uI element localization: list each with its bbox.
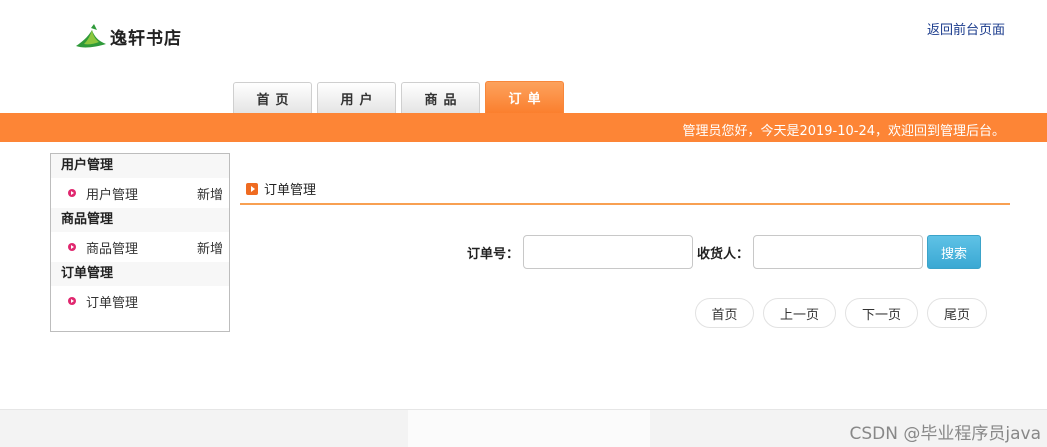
sidebar-item-label[interactable]: 订单管理 <box>86 292 223 311</box>
bullet-arrow-icon <box>68 243 76 251</box>
tab-users[interactable]: 用户 <box>317 82 396 113</box>
page-title: 订单管理 <box>246 179 316 198</box>
add-product-link[interactable]: 新增 <box>197 238 223 257</box>
sidebar-group-users: 用户管理 <box>51 154 229 178</box>
pagination: 首页 上一页 下一页 尾页 <box>695 298 996 328</box>
title-divider <box>240 203 1010 205</box>
logo-mountain-icon <box>76 24 106 48</box>
sidebar-item-label[interactable]: 用户管理 <box>86 184 197 203</box>
search-button[interactable]: 搜索 <box>927 235 982 269</box>
receiver-label: 收货人： <box>697 246 750 262</box>
next-page-button[interactable]: 下一页 <box>845 298 918 328</box>
sidebar-item-users[interactable]: 用户管理 新增 <box>51 178 229 208</box>
main-tabs: 首页 用户 商品 订单 <box>233 81 569 113</box>
receiver-input[interactable] <box>753 235 924 269</box>
first-page-button[interactable]: 首页 <box>695 298 754 328</box>
tab-orders[interactable]: 订单 <box>485 81 564 113</box>
sidebar-item-products[interactable]: 商品管理 新增 <box>51 232 229 262</box>
welcome-bar: 管理员您好，今天是2019-10-24，欢迎回到管理后台。 <box>0 113 1047 142</box>
bullet-arrow-icon <box>68 297 76 305</box>
watermark: CSDN @毕业程序员java <box>849 424 1042 444</box>
last-page-button[interactable]: 尾页 <box>927 298 987 328</box>
logo-text: 逸轩书店 <box>110 28 182 49</box>
sidebar-group-orders: 订单管理 <box>51 262 229 286</box>
welcome-text: 管理员您好，今天是2019-10-24，欢迎回到管理后台。 <box>682 124 1005 139</box>
search-form: 订单号： 收货人： 搜索 <box>467 235 982 269</box>
title-arrow-icon <box>246 182 258 195</box>
footer-panel <box>408 410 650 447</box>
order-number-input[interactable] <box>523 235 694 269</box>
sidebar: 用户管理 用户管理 新增 商品管理 商品管理 新增 订单管理 订单管理 <box>50 153 230 332</box>
add-user-link[interactable]: 新增 <box>197 184 223 203</box>
logo: 逸轩书店 <box>74 22 182 50</box>
page-title-text: 订单管理 <box>264 183 317 198</box>
sidebar-item-orders[interactable]: 订单管理 <box>51 286 229 316</box>
tab-products[interactable]: 商品 <box>401 82 480 113</box>
sidebar-item-label[interactable]: 商品管理 <box>86 238 197 257</box>
sidebar-group-products: 商品管理 <box>51 208 229 232</box>
back-to-front-link[interactable]: 返回前台页面 <box>927 19 1005 38</box>
bullet-arrow-icon <box>68 189 76 197</box>
tab-home[interactable]: 首页 <box>233 82 312 113</box>
order-number-label: 订单号： <box>467 246 520 262</box>
prev-page-button[interactable]: 上一页 <box>763 298 836 328</box>
footer: CSDN @毕业程序员java <box>0 409 1047 447</box>
